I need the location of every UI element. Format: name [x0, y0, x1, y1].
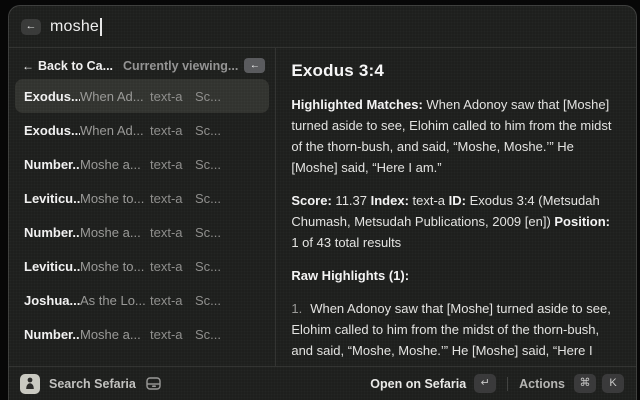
result-title: Exodus...: [24, 89, 80, 104]
return-key-icon: ↵: [474, 374, 496, 393]
result-index-tag: text-a: [150, 259, 195, 274]
result-title: Leviticu...: [24, 259, 80, 274]
sefaria-logo-glyph: [24, 377, 36, 390]
index-value: text-a: [409, 193, 449, 208]
back-to-category-link[interactable]: ← Back to Ca...: [22, 59, 113, 73]
result-title: Leviticu...: [24, 191, 80, 206]
id-label: ID:: [449, 193, 466, 208]
detail-title: Exodus 3:4: [291, 61, 620, 81]
result-subtitle: When Ad...: [80, 123, 150, 138]
result-index-tag: text-a: [150, 293, 195, 308]
result-index-tag: text-a: [150, 89, 195, 104]
list-item[interactable]: Joshua... As the Lo... text-a Sc...: [15, 283, 269, 317]
text-cursor: [100, 18, 102, 36]
result-accessory: Sc...: [195, 225, 260, 240]
raw-highlights-heading: Raw Highlights (1):: [291, 265, 620, 286]
search-query: moshe: [50, 18, 99, 36]
open-on-sefaria-label: Open on Sefaria: [370, 377, 466, 391]
result-subtitle: Moshe a...: [80, 157, 150, 172]
highlight-item-number: 1.: [291, 301, 302, 316]
result-accessory: Sc...: [195, 89, 260, 104]
extension-name: Search Sefaria: [49, 377, 136, 391]
raw-highlight-item: 1.When Adonoy saw that [Moshe] turned as…: [291, 298, 620, 366]
result-title: Exodus...: [24, 123, 80, 138]
footer-divider: [507, 377, 508, 391]
score-label: Score:: [291, 193, 331, 208]
highlighted-matches-paragraph: Highlighted Matches: When Adonoy saw tha…: [291, 94, 620, 178]
highlighted-matches-label: Highlighted Matches:: [291, 97, 422, 112]
back-to-category-label: Back to Ca...: [38, 59, 113, 73]
list-item[interactable]: Number... Moshe a... text-a Sc...: [15, 317, 269, 351]
result-accessory: Sc...: [195, 259, 260, 274]
result-index-tag: text-a: [150, 157, 195, 172]
actions-button[interactable]: Actions ⌘ K: [519, 374, 624, 393]
score-value: 11.37: [332, 193, 371, 208]
highlight-item-text: When Adonoy saw that [Moshe] turned asid…: [291, 301, 610, 366]
back-arrow-icon: ←: [26, 19, 37, 34]
detail-panel: Exodus 3:4 Highlighted Matches: When Ado…: [276, 48, 636, 366]
result-subtitle: When Ad...: [80, 89, 150, 104]
result-title: Number...: [24, 225, 80, 240]
list-header: ← Back to Ca... Currently viewing... ←: [9, 48, 275, 77]
sefaria-app-icon: [20, 374, 40, 394]
list-item[interactable]: Leviticu... Moshe to... text-a Sc...: [15, 181, 269, 215]
actions-label: Actions: [519, 377, 565, 391]
results-list: Exodus... When Ad... text-a Sc... Exodus…: [9, 77, 275, 366]
result-accessory: Sc...: [195, 293, 260, 308]
list-item[interactable]: Leviticu... Moshe to... text-a Sc...: [15, 249, 269, 283]
search-input[interactable]: moshe: [50, 18, 102, 36]
result-title: Joshua...: [24, 293, 80, 308]
list-item[interactable]: Number... Moshe a... text-a Sc...: [15, 215, 269, 249]
list-item[interactable]: Number... Moshe a... text-a Sc...: [15, 147, 269, 181]
result-accessory: Sc...: [195, 327, 260, 342]
result-accessory: Sc...: [195, 157, 260, 172]
result-index-tag: text-a: [150, 225, 195, 240]
list-item[interactable]: Exodus... When Ad... text-a Sc...: [15, 79, 269, 113]
left-arrow-icon: ←: [250, 60, 260, 71]
result-subtitle: Moshe to...: [80, 259, 150, 274]
position-value: 1 of 43 total results: [291, 235, 401, 250]
result-index-tag: text-a: [150, 123, 195, 138]
result-index-tag: text-a: [150, 327, 195, 342]
raycast-window: ← moshe ← Back to Ca... Currently viewin…: [8, 5, 637, 400]
currently-viewing-label: Currently viewing...: [123, 59, 238, 73]
open-on-sefaria-button[interactable]: Open on Sefaria ↵: [370, 374, 496, 393]
result-title: Number...: [24, 157, 80, 172]
list-item[interactable]: Exodus... When Ad... text-a Sc...: [15, 113, 269, 147]
result-accessory: Sc...: [195, 191, 260, 206]
result-subtitle: As the Lo...: [80, 293, 150, 308]
metadata-paragraph: Score: 11.37 Index: text-a ID: Exodus 3:…: [291, 190, 620, 253]
k-key-badge: K: [602, 374, 624, 393]
result-title: Number...: [24, 327, 80, 342]
command-key-icon: ⌘: [574, 374, 596, 393]
result-accessory: Sc...: [195, 123, 260, 138]
disk-icon: [146, 377, 161, 390]
result-index-tag: text-a: [150, 191, 195, 206]
currently-viewing[interactable]: Currently viewing... ←: [123, 58, 265, 73]
left-arrow-icon: ←: [22, 59, 34, 73]
results-panel: ← Back to Ca... Currently viewing... ← E…: [9, 48, 275, 366]
left-arrow-key-badge: ←: [244, 58, 265, 73]
position-label: Position:: [554, 214, 610, 229]
search-bar: ← moshe: [9, 6, 636, 48]
result-subtitle: Moshe a...: [80, 225, 150, 240]
result-subtitle: Moshe a...: [80, 327, 150, 342]
back-button[interactable]: ←: [21, 19, 41, 35]
footer-bar: Search Sefaria Open on Sefaria ↵ Actions…: [9, 366, 636, 400]
result-subtitle: Moshe to...: [80, 191, 150, 206]
index-label: Index:: [371, 193, 409, 208]
